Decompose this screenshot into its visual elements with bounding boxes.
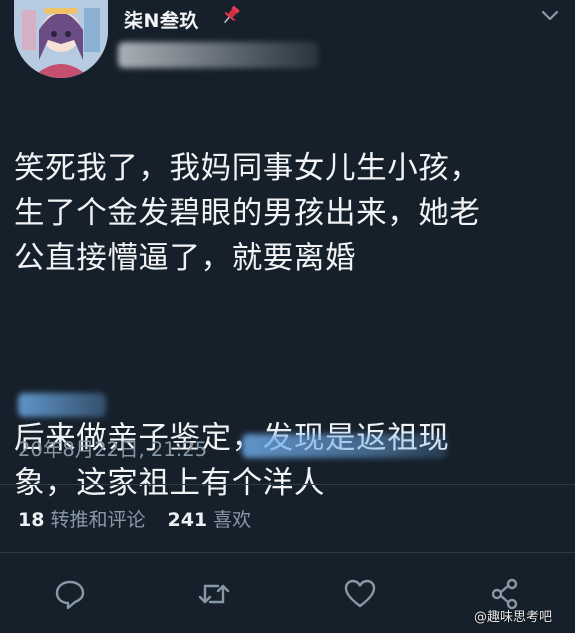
retweets-label[interactable]: 转推和评论 (50, 509, 145, 531)
watermark: @趣味思考吧 (474, 610, 553, 625)
retweet-icon[interactable] (196, 576, 232, 612)
pushpin-icon (220, 4, 242, 26)
display-name[interactable]: 柒N叁玖 (124, 6, 199, 33)
comment-icon[interactable] (52, 576, 88, 612)
blurred-handle (118, 42, 318, 68)
blurred-link[interactable] (18, 393, 106, 417)
likes-count[interactable]: 241 (167, 509, 207, 531)
heart-icon[interactable] (342, 576, 378, 612)
tweet-paragraph: 笑死我了，我妈同事女儿生小孩， 生了个金发碧眼的男孩出来，她老 公直接懵逼了，就… (14, 151, 481, 276)
tweet-card: 柒N叁玖 笑死我了，我妈同事女儿生小孩， 生了个金发碧眼的男孩出来，她老 公直接… (0, 0, 575, 633)
divider (0, 552, 575, 553)
retweets-count[interactable]: 18 (18, 509, 44, 531)
tweet-stats: 18 转推和评论 241 喜欢 (18, 505, 273, 532)
avatar[interactable] (14, 0, 108, 78)
blurred-source[interactable] (242, 434, 447, 458)
divider (0, 484, 575, 485)
chevron-down-icon[interactable] (540, 8, 560, 22)
likes-label[interactable]: 喜欢 (213, 509, 251, 531)
timestamp[interactable]: 20年8月22日, 21:25 (18, 433, 207, 462)
